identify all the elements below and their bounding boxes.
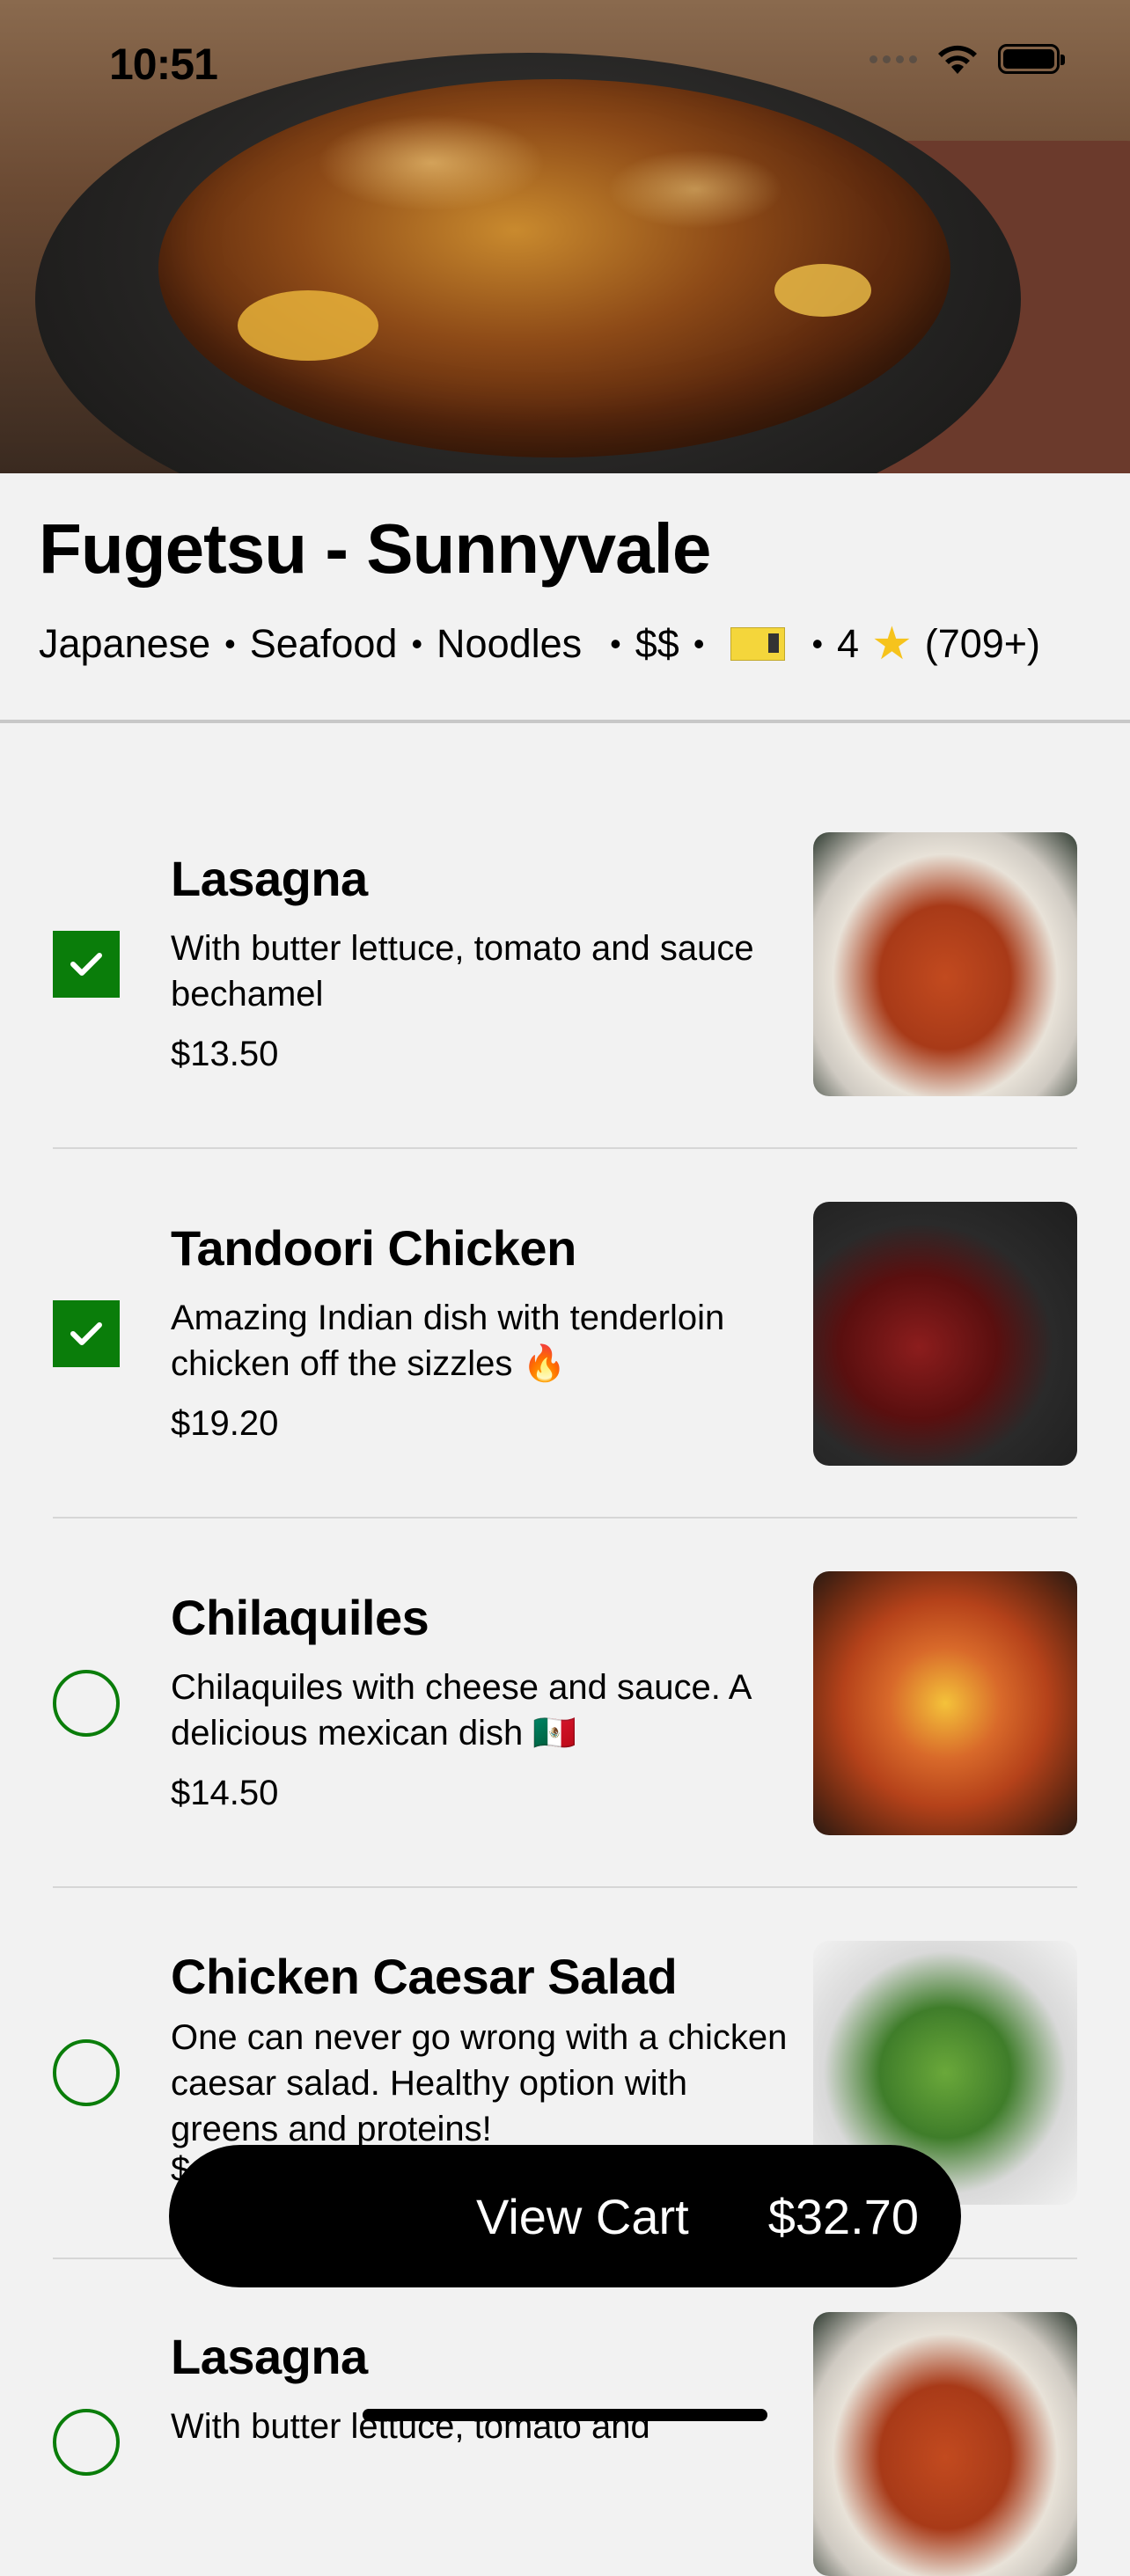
item-title: Lasagna [171, 851, 368, 906]
item-description: Amazing Indian dish with tenderloin chic… [171, 1299, 725, 1383]
item-title: Tandoori Chicken [171, 1220, 576, 1276]
item-description: Chilaquiles with cheese and sauce. A del… [171, 1668, 751, 1753]
item-description: One can never go wrong with a chicken ca… [171, 2018, 788, 2148]
view-cart-button[interactable]: View Cart $32.70 [169, 2145, 961, 2287]
lasagna-photo[interactable] [813, 2312, 1077, 2576]
item-title: Chicken Caesar Salad [171, 1949, 678, 2004]
item-divider [53, 1886, 1077, 1888]
item-divider [53, 1147, 1077, 1149]
restaurant-name: Fugetsu - Sunnyvale [39, 509, 711, 588]
item-checkbox[interactable] [53, 1300, 120, 1367]
menu-item[interactable]: Lasagna With butter lettuce, tomato and [0, 0, 1130, 2576]
item-checkbox[interactable] [53, 2409, 120, 2476]
item-price: $14.50 [171, 1774, 279, 1812]
tandoori-chicken-photo[interactable] [813, 1202, 1077, 1466]
item-description: With butter lettuce, tomato and sauce be… [171, 929, 754, 1014]
cuisine-tag: Japanese [39, 621, 211, 666]
rating-value: 4 [837, 621, 860, 666]
home-indicator[interactable] [363, 2409, 767, 2421]
item-checkbox[interactable] [53, 2039, 120, 2106]
chilaquiles-photo[interactable] [813, 1571, 1077, 1835]
cuisine-tag: Noodles [437, 621, 583, 666]
checkmark-icon [70, 953, 102, 976]
item-title: Lasagna [171, 2329, 368, 2384]
concert-ticket-icon [730, 627, 786, 661]
star-icon: ★ [871, 618, 913, 670]
item-divider [53, 1517, 1077, 1519]
restaurant-info: Japanese • Seafood • Noodles • $$ • • 4 … [39, 618, 1041, 670]
cart-total: $32.70 [767, 2188, 919, 2244]
cart-label: View Cart [476, 2188, 689, 2244]
item-price: $19.20 [171, 1404, 279, 1443]
price-level: $$ [635, 621, 679, 666]
cuisine-tag: Seafood [249, 621, 398, 666]
item-checkbox[interactable] [53, 931, 120, 998]
item-title: Chilaquiles [171, 1590, 429, 1645]
checkmark-icon [70, 1322, 102, 1345]
review-count: (709+) [924, 621, 1041, 666]
header-divider [0, 720, 1130, 723]
item-price: $13.50 [171, 1035, 279, 1073]
lasagna-photo[interactable] [813, 832, 1077, 1096]
item-checkbox[interactable] [53, 1670, 120, 1737]
